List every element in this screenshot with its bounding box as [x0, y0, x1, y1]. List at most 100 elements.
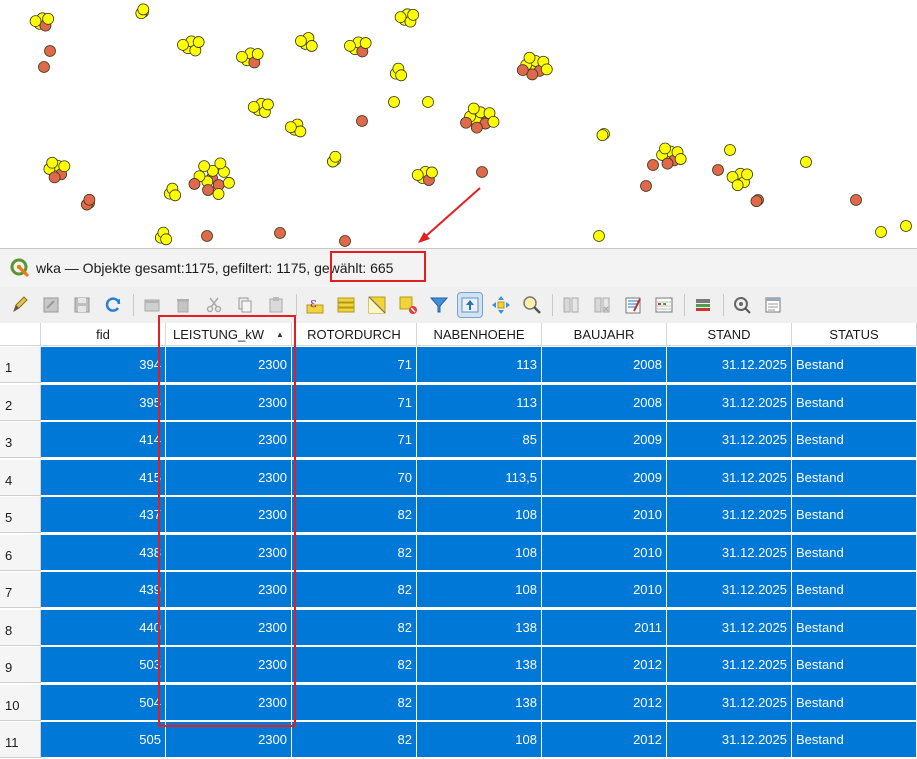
cell-stand[interactable]: 31.12.2025	[667, 572, 792, 608]
cell-leistung-kw[interactable]: 2300	[166, 609, 292, 646]
filter-selected-button[interactable]	[427, 293, 451, 317]
cell-rotordurch[interactable]: 82	[292, 497, 417, 533]
cell-baujahr[interactable]: 2012	[542, 647, 667, 683]
cell-baujahr[interactable]: 2011	[542, 609, 667, 646]
cell-leistung-kw[interactable]: 2300	[166, 497, 292, 533]
table-row[interactable]: 7 439 2300 82 108 2010 31.12.2025 Bestand	[0, 572, 917, 609]
header-corner[interactable]	[0, 323, 41, 346]
row-number[interactable]: 10	[0, 684, 41, 721]
cell-leistung-kw[interactable]: 2300	[166, 534, 292, 571]
cell-nabenhoehe[interactable]: 108	[417, 534, 542, 571]
cell-status[interactable]: Bestand	[792, 722, 917, 758]
table-row[interactable]: 5 437 2300 82 108 2010 31.12.2025 Bestand	[0, 497, 917, 534]
select-all-button[interactable]	[334, 293, 358, 317]
deselect-all-button[interactable]	[396, 293, 420, 317]
cell-status[interactable]: Bestand	[792, 609, 917, 646]
cell-stand[interactable]: 31.12.2025	[667, 684, 792, 721]
cell-rotordurch[interactable]: 82	[292, 534, 417, 571]
pan-to-selection-button[interactable]	[489, 293, 513, 317]
delete-field-button[interactable]	[590, 293, 614, 317]
cell-status[interactable]: Bestand	[792, 347, 917, 383]
dock-table-button[interactable]	[691, 293, 715, 317]
cell-status[interactable]: Bestand	[792, 684, 917, 721]
copy-button[interactable]	[233, 293, 257, 317]
select-by-expression-button[interactable]: ε	[303, 293, 327, 317]
field-calculator-button[interactable]	[621, 293, 645, 317]
cell-status[interactable]: Bestand	[792, 572, 917, 608]
toggle-edit-button[interactable]	[8, 293, 32, 317]
cell-fid[interactable]: 504	[41, 684, 166, 721]
cell-status[interactable]: Bestand	[792, 422, 917, 458]
cell-nabenhoehe[interactable]: 138	[417, 609, 542, 646]
conditional-formatting-button[interactable]	[652, 293, 676, 317]
cell-fid[interactable]: 414	[41, 422, 166, 458]
table-row[interactable]: 2 395 2300 71 113 2008 31.12.2025 Bestand	[0, 384, 917, 422]
multi-edit-button[interactable]	[39, 293, 63, 317]
table-row[interactable]: 1 394 2300 71 113 2008 31.12.2025 Bestand	[0, 347, 917, 384]
cell-baujahr[interactable]: 2008	[542, 347, 667, 383]
cell-stand[interactable]: 31.12.2025	[667, 422, 792, 458]
cell-fid[interactable]: 437	[41, 497, 166, 533]
column-header-leistung-kw[interactable]: LEISTUNG_kW ▲	[166, 323, 292, 346]
move-selection-to-top-button[interactable]	[457, 292, 483, 318]
cell-stand[interactable]: 31.12.2025	[667, 722, 792, 758]
cell-rotordurch[interactable]: 71	[292, 422, 417, 458]
column-header-baujahr[interactable]: BAUJAHR	[542, 323, 667, 346]
reload-button[interactable]	[101, 293, 125, 317]
cell-fid[interactable]: 503	[41, 647, 166, 683]
cell-stand[interactable]: 31.12.2025	[667, 497, 792, 533]
cut-button[interactable]	[202, 293, 226, 317]
actions-button[interactable]	[730, 293, 754, 317]
save-button[interactable]	[70, 293, 94, 317]
cell-rotordurch[interactable]: 82	[292, 684, 417, 721]
cell-baujahr[interactable]: 2012	[542, 722, 667, 758]
table-row[interactable]: 4 415 2300 70 113,5 2009 31.12.2025 Bestand	[0, 459, 917, 497]
paste-button[interactable]	[264, 293, 288, 317]
cell-baujahr[interactable]: 2010	[542, 572, 667, 608]
cell-stand[interactable]: 31.12.2025	[667, 534, 792, 571]
cell-nabenhoehe[interactable]: 113	[417, 347, 542, 383]
cell-fid[interactable]: 438	[41, 534, 166, 571]
column-header-fid[interactable]: fid	[41, 323, 166, 346]
cell-nabenhoehe[interactable]: 108	[417, 497, 542, 533]
cell-status[interactable]: Bestand	[792, 534, 917, 571]
new-field-button[interactable]	[559, 293, 583, 317]
form-view-button[interactable]	[761, 293, 785, 317]
row-number[interactable]: 4	[0, 459, 41, 496]
cell-rotordurch[interactable]: 71	[292, 384, 417, 421]
cell-baujahr[interactable]: 2010	[542, 534, 667, 571]
cell-leistung-kw[interactable]: 2300	[166, 572, 292, 608]
cell-stand[interactable]: 31.12.2025	[667, 384, 792, 421]
cell-leistung-kw[interactable]: 2300	[166, 384, 292, 421]
cell-fid[interactable]: 439	[41, 572, 166, 608]
cell-nabenhoehe[interactable]: 113,5	[417, 459, 542, 496]
cell-stand[interactable]: 31.12.2025	[667, 347, 792, 383]
cell-rotordurch[interactable]: 82	[292, 722, 417, 758]
cell-nabenhoehe[interactable]: 85	[417, 422, 542, 458]
cell-leistung-kw[interactable]: 2300	[166, 722, 292, 758]
cell-baujahr[interactable]: 2009	[542, 459, 667, 496]
cell-rotordurch[interactable]: 71	[292, 347, 417, 383]
cell-leistung-kw[interactable]: 2300	[166, 422, 292, 458]
cell-baujahr[interactable]: 2008	[542, 384, 667, 421]
cell-rotordurch[interactable]: 82	[292, 609, 417, 646]
table-row[interactable]: 11 505 2300 82 108 2012 31.12.2025 Bestand	[0, 722, 917, 759]
cell-nabenhoehe[interactable]: 113	[417, 384, 542, 421]
cell-rotordurch[interactable]: 82	[292, 647, 417, 683]
table-row[interactable]: 10 504 2300 82 138 2012 31.12.2025 Bestand	[0, 684, 917, 722]
cell-status[interactable]: Bestand	[792, 647, 917, 683]
cell-leistung-kw[interactable]: 2300	[166, 459, 292, 496]
cell-stand[interactable]: 31.12.2025	[667, 459, 792, 496]
cell-stand[interactable]: 31.12.2025	[667, 609, 792, 646]
row-number[interactable]: 7	[0, 572, 41, 608]
cell-status[interactable]: Bestand	[792, 459, 917, 496]
table-row[interactable]: 8 440 2300 82 138 2011 31.12.2025 Bestand	[0, 609, 917, 647]
table-row[interactable]: 9 503 2300 82 138 2012 31.12.2025 Bestand	[0, 647, 917, 684]
column-header-stand[interactable]: STAND	[667, 323, 792, 346]
cell-leistung-kw[interactable]: 2300	[166, 684, 292, 721]
cell-leistung-kw[interactable]: 2300	[166, 647, 292, 683]
map-canvas[interactable]	[0, 0, 917, 248]
cell-status[interactable]: Bestand	[792, 497, 917, 533]
cell-nabenhoehe[interactable]: 138	[417, 647, 542, 683]
cell-stand[interactable]: 31.12.2025	[667, 647, 792, 683]
